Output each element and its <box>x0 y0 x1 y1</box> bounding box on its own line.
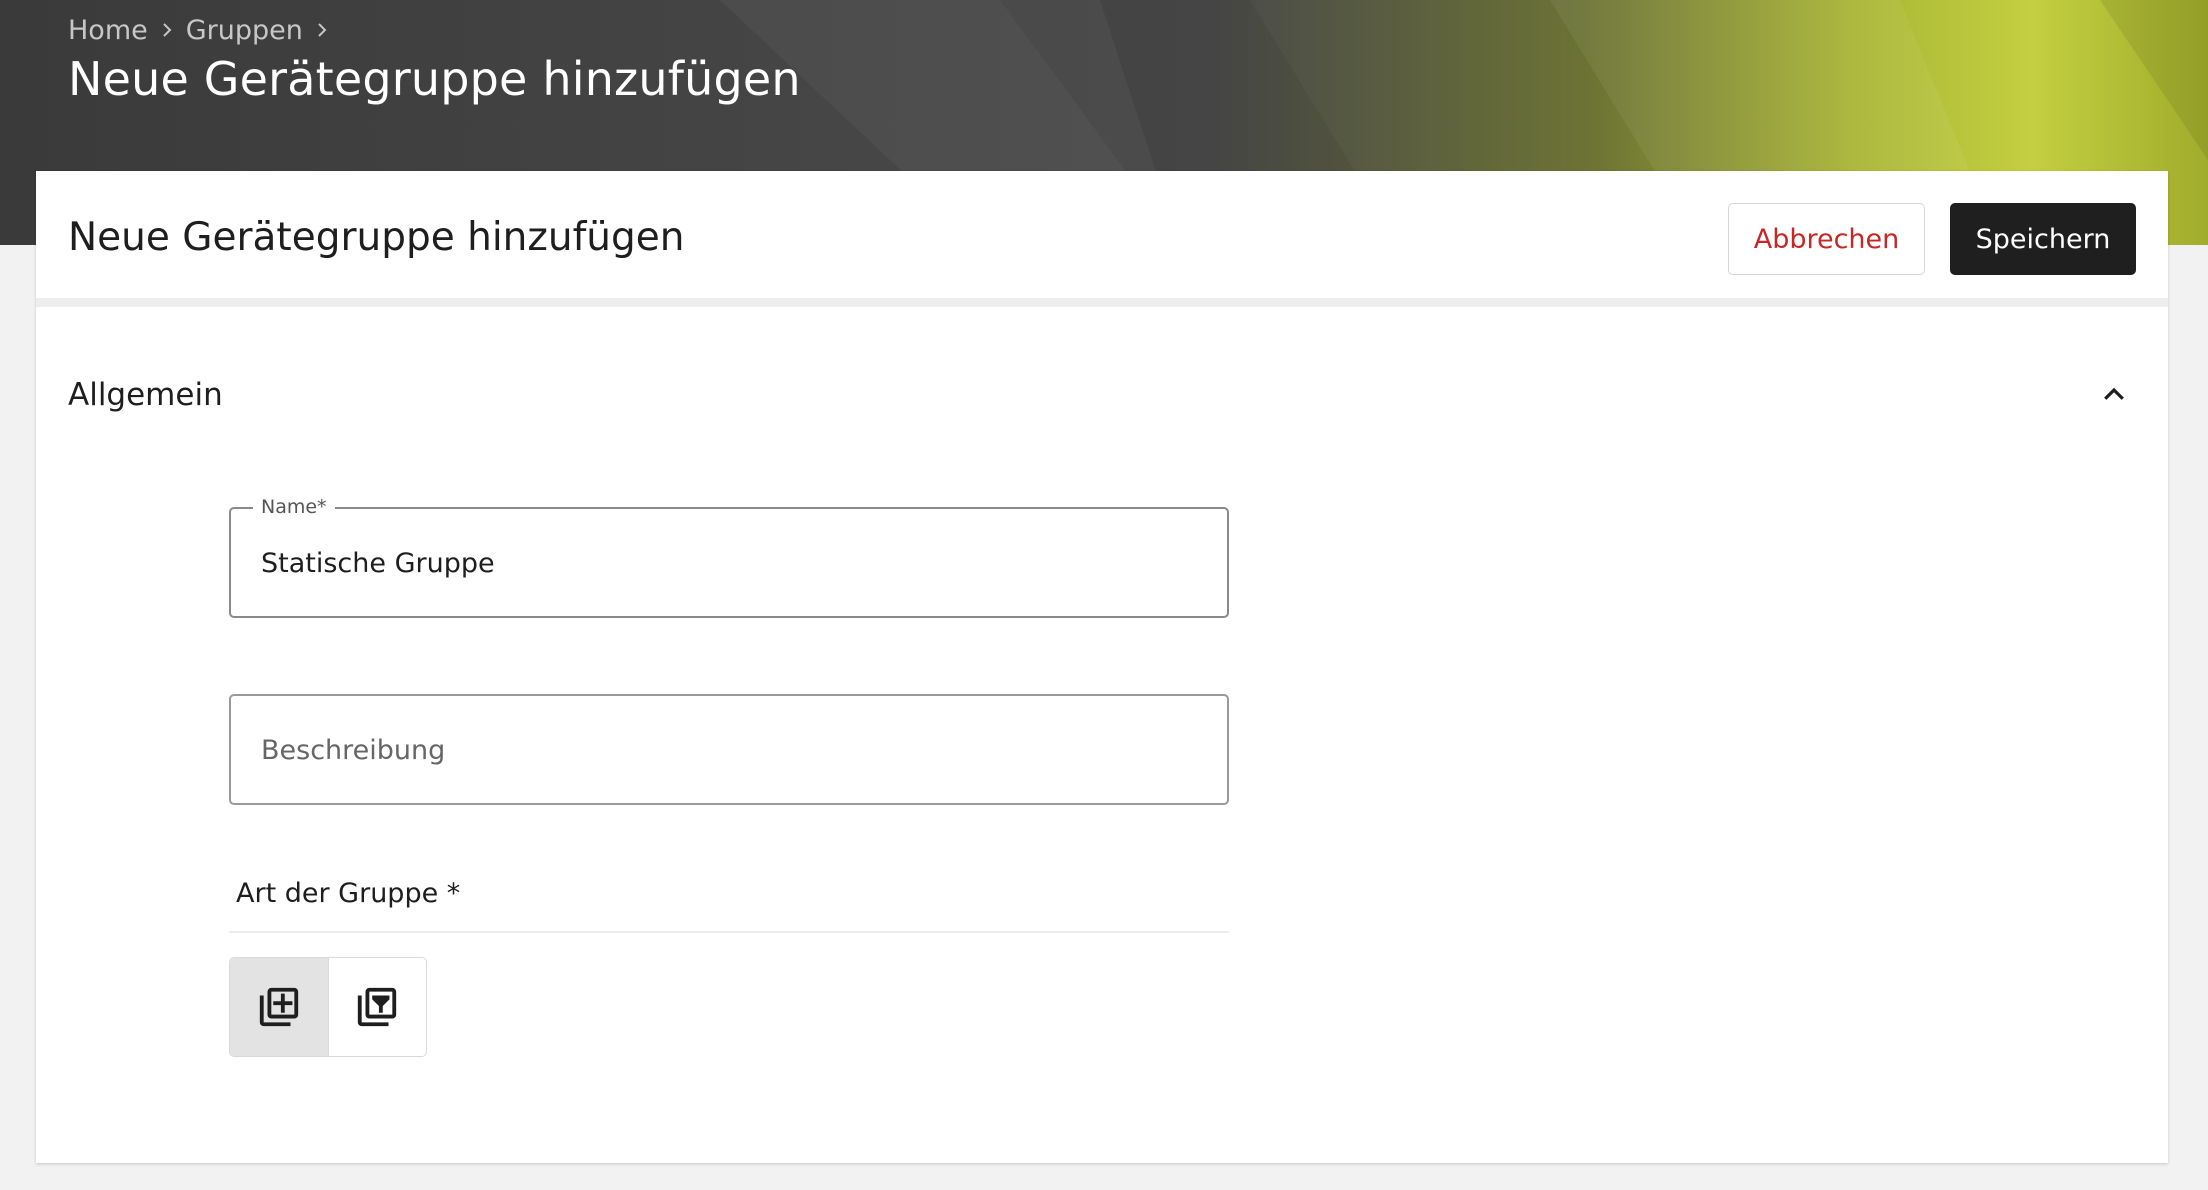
library-add-icon <box>259 987 298 1027</box>
card-header: Neue Gerätegruppe hinzufügen Abbrechen S… <box>36 171 2168 307</box>
breadcrumb-home[interactable]: Home <box>68 15 148 46</box>
collapse-section-button[interactable] <box>2088 369 2140 421</box>
breadcrumb: Home Gruppen <box>68 10 331 50</box>
save-button[interactable]: Speichern <box>1950 203 2136 275</box>
cancel-button[interactable]: Abbrechen <box>1728 203 1925 275</box>
chevron-right-icon <box>318 23 327 37</box>
filter-library-icon <box>358 987 397 1027</box>
section-title-general: Allgemein <box>68 377 223 413</box>
chevron-right-icon <box>163 23 172 37</box>
page-title: Neue Gerätegruppe hinzufügen <box>68 52 801 106</box>
description-input[interactable] <box>261 726 1191 774</box>
dynamic-group-option[interactable] <box>329 958 427 1056</box>
name-field-label: Name* <box>253 496 335 518</box>
name-field: Name* <box>229 496 1229 618</box>
form-card: Neue Gerätegruppe hinzufügen Abbrechen S… <box>36 171 2168 1163</box>
chevron-up-icon <box>2104 387 2124 400</box>
description-field <box>229 694 1229 805</box>
breadcrumb-groups[interactable]: Gruppen <box>186 15 303 46</box>
name-input[interactable] <box>261 539 1191 587</box>
group-type-label: Art der Gruppe * <box>236 878 461 909</box>
static-group-option[interactable] <box>230 958 329 1056</box>
divider <box>229 931 1229 933</box>
card-title: Neue Gerätegruppe hinzufügen <box>68 215 685 260</box>
group-type-toggle <box>229 957 427 1057</box>
